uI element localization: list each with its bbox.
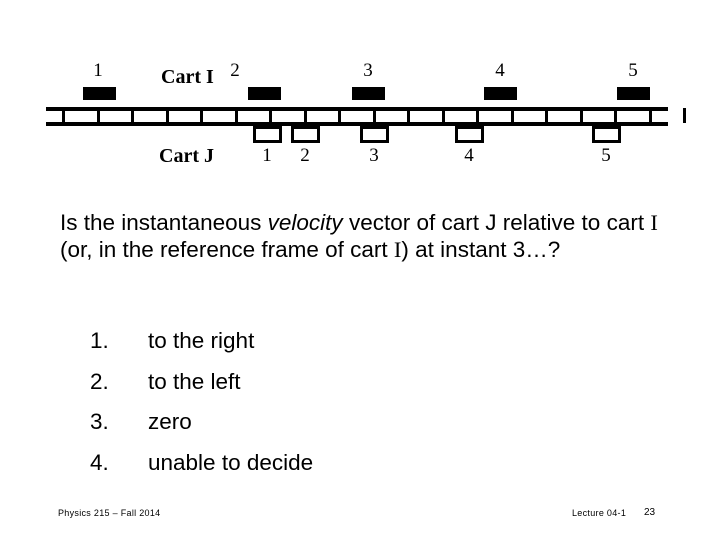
ruler-tick — [200, 108, 203, 123]
ruler-tick — [510, 108, 514, 123]
cart-i-instant-label-1: 1 — [93, 60, 103, 81]
cart-i-block-2 — [248, 87, 281, 100]
cart-ruler-diagram: 1 2 3 4 5 1 2 3 4 5 Cart I Cart J — [0, 0, 720, 190]
cart-i-instant-label-4: 4 — [495, 60, 505, 81]
ruler-tick — [62, 108, 65, 123]
ruler-tick — [303, 108, 307, 123]
answer-option-3[interactable]: 3. zero — [90, 409, 610, 450]
answer-option-1[interactable]: 1. to the right — [90, 328, 610, 369]
ruler-tick — [683, 108, 686, 123]
cart-j-block-3 — [360, 126, 389, 143]
ruler-tick — [234, 108, 238, 123]
cart-j-instant-label-3: 3 — [369, 145, 379, 166]
footer-page-number: 23 — [644, 507, 656, 518]
cart-i-block-3 — [352, 87, 385, 100]
ruler-tick — [441, 108, 445, 123]
ruler-tick — [614, 108, 617, 123]
cart-i-block-5 — [617, 87, 650, 100]
answer-option-2[interactable]: 2. to the left — [90, 369, 610, 410]
cart-j-instant-label-1: 1 — [262, 145, 272, 166]
question-line2-part1: relative to cart — [502, 210, 651, 235]
slide-canvas: 12345 12345 Cart I Cart J Is the instant… — [0, 0, 720, 540]
question-line2-part2: (or, in the reference frame of — [60, 236, 344, 262]
answer-option-number: 1. — [90, 328, 109, 353]
cart-j-block-4 — [455, 126, 484, 143]
cart-j-instant-label-5: 5 — [601, 145, 611, 166]
question-text: Is the instantaneous velocity vector of … — [60, 210, 670, 263]
cart-i-block-4 — [484, 87, 517, 100]
question-line3-part2: ) at instant 3…? — [401, 236, 561, 262]
footer-course-info: Physics 215 – Fall 2014 — [58, 508, 161, 518]
question-roman-i-first: I — [650, 210, 658, 235]
ruler-tick — [407, 108, 410, 123]
cart-i-instant-label-3: 3 — [363, 60, 373, 81]
ruler-tick — [372, 108, 376, 123]
answer-options-list: 1. to the right 2. to the left 3. zero 4. unabl… — [90, 328, 610, 490]
ruler-tick — [131, 108, 134, 123]
ruler-tick — [648, 108, 652, 123]
ruler-bottom-edge — [46, 122, 668, 126]
answer-option-text: unable to decide — [148, 449, 314, 475]
answer-option-text: zero — [148, 409, 192, 434]
ruler-tick — [579, 108, 583, 123]
question-line3-part1: cart — [350, 236, 394, 262]
question-line1-part2: vector of cart J — [342, 210, 497, 235]
answer-option-number: 2. — [90, 368, 109, 394]
cart-j-block-5 — [592, 126, 621, 143]
cart-j-instant-label-2: 2 — [300, 145, 310, 166]
ruler-tick — [269, 108, 272, 123]
cart-j-block-1 — [253, 126, 282, 143]
ruler-tick — [545, 108, 548, 123]
question-line1-part1: Is the instantaneous — [60, 210, 268, 235]
ruler-tick — [476, 108, 479, 123]
answer-option-number: 4. — [90, 449, 109, 475]
cart-i-label: Cart I — [161, 66, 214, 88]
answer-option-number: 3. — [90, 409, 109, 434]
cart-i-instant-label-2: 2 — [230, 60, 240, 81]
ruler-tick — [96, 108, 100, 123]
ruler-tick — [165, 108, 169, 123]
cart-i-instant-label-5: 5 — [628, 60, 638, 81]
cart-j-label: Cart J — [159, 145, 214, 167]
cart-j-instant-label-4: 4 — [464, 145, 474, 166]
cart-i-block-1 — [83, 87, 116, 100]
answer-option-text: to the left — [148, 368, 241, 394]
answer-option-text: to the right — [148, 328, 255, 353]
footer-lecture-id: Lecture 04-1 — [572, 508, 627, 518]
answer-option-4[interactable]: 4. unable to decide — [90, 450, 610, 491]
ruler-top-edge — [46, 107, 668, 111]
question-emphasis-velocity: velocity — [267, 210, 343, 235]
ruler-tick — [338, 108, 341, 123]
cart-j-block-2 — [291, 126, 320, 143]
